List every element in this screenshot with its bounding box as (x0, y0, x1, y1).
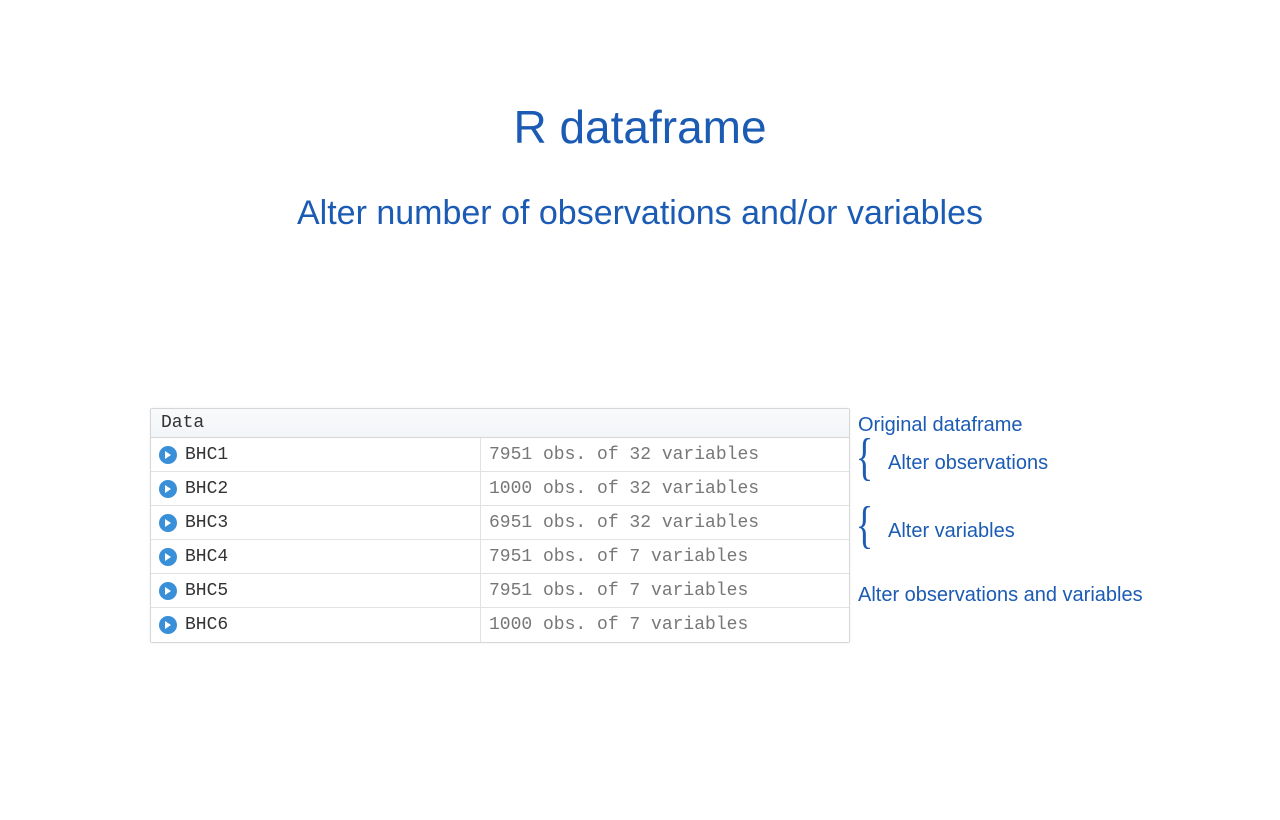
data-panel: Data BHC1 7951 obs. of 32 variables BHC2… (150, 408, 850, 643)
row-desc: 1000 obs. of 7 variables (481, 615, 849, 635)
expand-icon[interactable] (159, 548, 177, 566)
row-desc: 6951 obs. of 32 variables (481, 513, 849, 533)
annotation-alter-vars: Alter variables (888, 520, 1015, 543)
row-name: BHC2 (185, 479, 228, 499)
brace-icon: { (856, 432, 873, 484)
table-row: BHC2 1000 obs. of 32 variables (151, 472, 849, 506)
row-desc: 7951 obs. of 7 variables (481, 581, 849, 601)
annotation-alter-both: Alter observations and variables (858, 584, 1143, 607)
expand-icon[interactable] (159, 446, 177, 464)
page-subtitle: Alter number of observations and/or vari… (0, 194, 1280, 233)
row-name: BHC4 (185, 547, 228, 567)
row-desc: 1000 obs. of 32 variables (481, 479, 849, 499)
row-desc: 7951 obs. of 7 variables (481, 547, 849, 567)
row-name: BHC6 (185, 615, 228, 635)
table-row: BHC1 7951 obs. of 32 variables (151, 438, 849, 472)
table-row: BHC5 7951 obs. of 7 variables (151, 574, 849, 608)
panel-header: Data (151, 409, 849, 438)
row-desc: 7951 obs. of 32 variables (481, 445, 849, 465)
row-name: BHC3 (185, 513, 228, 533)
annotations: Original dataframe { Alter observations … (858, 408, 1238, 612)
annotation-original: Original dataframe (858, 414, 1023, 437)
table-row: BHC6 1000 obs. of 7 variables (151, 608, 849, 642)
expand-icon[interactable] (159, 616, 177, 634)
row-name: BHC5 (185, 581, 228, 601)
page-title: R dataframe (0, 100, 1280, 154)
table-row: BHC4 7951 obs. of 7 variables (151, 540, 849, 574)
table-row: BHC3 6951 obs. of 32 variables (151, 506, 849, 540)
expand-icon[interactable] (159, 480, 177, 498)
row-name: BHC1 (185, 445, 228, 465)
content-area: Data BHC1 7951 obs. of 32 variables BHC2… (150, 408, 1238, 643)
annotation-alter-obs: Alter observations (888, 452, 1048, 475)
expand-icon[interactable] (159, 582, 177, 600)
expand-icon[interactable] (159, 514, 177, 532)
brace-icon: { (856, 500, 873, 552)
